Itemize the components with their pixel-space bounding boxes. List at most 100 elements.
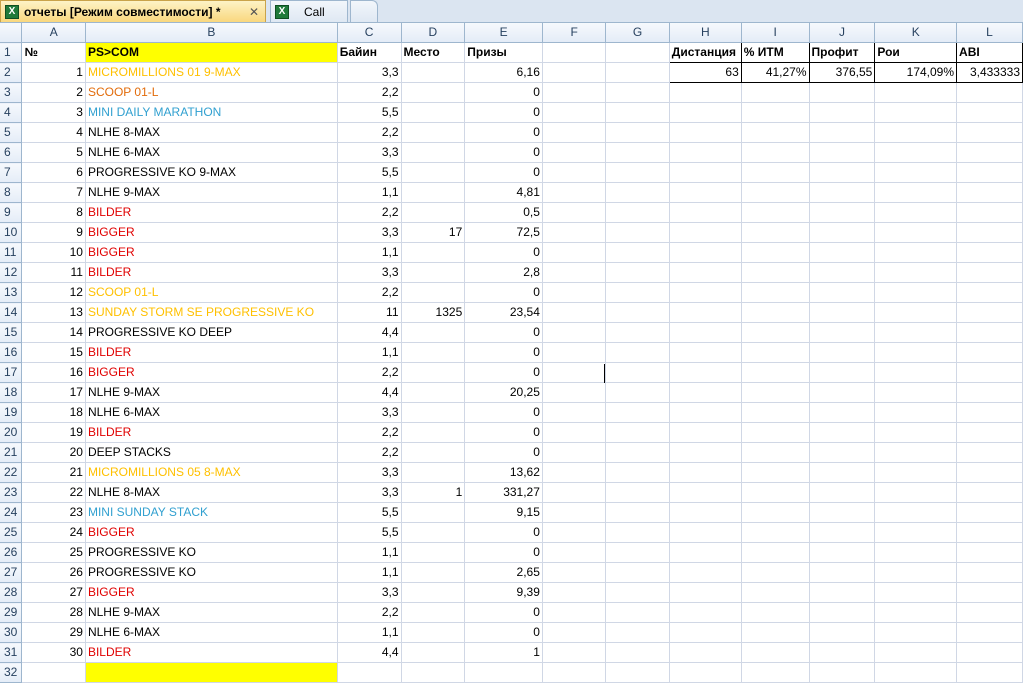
cell-h[interactable] [669,342,742,363]
cell-g[interactable] [605,562,670,583]
cell-l[interactable] [956,202,1023,223]
row-number-cell[interactable]: 3 [21,102,86,123]
buyin-cell[interactable]: 11 [337,302,402,323]
row-number-cell[interactable]: 7 [21,182,86,203]
tournament-name-cell[interactable]: SCOOP 01-L [85,282,338,303]
column-header-g[interactable]: G [605,23,670,43]
cell-i[interactable] [741,362,810,383]
prize-cell[interactable]: 0 [464,422,543,443]
cell-g[interactable] [605,162,670,183]
header-cell-g[interactable] [605,42,670,63]
cell-i[interactable] [741,262,810,283]
row-header-3[interactable]: 3 [0,82,23,103]
cell-l[interactable] [956,162,1023,183]
row-number-cell[interactable]: 23 [21,502,86,523]
tournament-name-cell[interactable]: PROGRESSIVE KO [85,562,338,583]
row-header-4[interactable]: 4 [0,102,23,123]
buyin-cell[interactable]: 4,4 [337,382,402,403]
prize-cell[interactable]: 0 [464,322,543,343]
cell-i[interactable] [741,182,810,203]
row-number-cell[interactable]: 20 [21,442,86,463]
cell-g[interactable] [605,122,670,143]
place-cell[interactable] [401,522,466,543]
cell-j[interactable] [809,262,876,283]
tournament-name-cell[interactable]: NLHE 6-MAX [85,402,338,423]
place-cell[interactable] [401,602,466,623]
place-cell[interactable] [401,162,466,183]
cell-g[interactable] [605,602,670,623]
cell-i[interactable] [741,642,810,663]
cell-k[interactable] [874,122,958,143]
cell-i[interactable] [741,122,810,143]
place-cell[interactable] [401,122,466,143]
cell-l[interactable] [956,622,1023,643]
cell-h[interactable] [669,362,742,383]
cell-l[interactable] [956,182,1023,203]
prize-cell[interactable]: 23,54 [464,302,543,323]
row-number-cell[interactable]: 12 [21,282,86,303]
stat-cell-h[interactable]: 63 [668,62,742,83]
buyin-cell[interactable]: 2,2 [337,442,402,463]
cell-j[interactable] [809,322,876,343]
cell-f[interactable] [542,242,607,263]
cell-h[interactable] [669,222,742,243]
cell-f[interactable] [542,602,607,623]
row-number-cell[interactable]: 21 [21,462,86,483]
cell-k[interactable] [874,102,958,123]
buyin-cell[interactable]: 3,3 [337,142,402,163]
cell-h[interactable] [669,302,742,323]
buyin-cell[interactable]: 3,3 [337,222,402,243]
place-cell[interactable] [401,82,466,103]
row-number-cell[interactable]: 13 [21,302,86,323]
prize-cell[interactable]: 9,39 [464,582,543,603]
row-header-29[interactable]: 29 [0,602,23,623]
row-number-cell[interactable]: 19 [21,422,86,443]
cell-k[interactable] [874,602,958,623]
row-number-cell[interactable]: 6 [21,162,86,183]
column-header-d[interactable]: D [401,23,466,43]
column-header-e[interactable]: E [464,23,543,43]
header-cell-i[interactable]: % ИТМ [740,42,810,63]
cell-g[interactable] [605,82,670,103]
place-cell[interactable] [401,402,466,423]
cell-j[interactable] [809,622,876,643]
tournament-name-cell[interactable]: NLHE 9-MAX [85,182,338,203]
tournament-name-cell[interactable]: BIGGER [85,362,338,383]
place-cell[interactable] [401,462,466,483]
cell-k[interactable] [874,482,958,503]
cell-g[interactable] [605,222,670,243]
buyin-cell[interactable]: 1,1 [337,342,402,363]
cell-h[interactable] [669,182,742,203]
row-header-15[interactable]: 15 [0,322,23,343]
cell-g[interactable] [605,302,670,323]
cell-i[interactable] [741,102,810,123]
tournament-name-cell[interactable]: DEEP STACKS [85,442,338,463]
cell-i[interactable] [741,542,810,563]
header-cell-a[interactable]: № [21,42,86,63]
cell-j[interactable] [809,142,876,163]
buyin-cell[interactable]: 2,2 [337,82,402,103]
cell-l[interactable] [956,142,1023,163]
cell-l[interactable] [956,602,1023,623]
cell-k[interactable] [874,242,958,263]
cell-j[interactable] [809,442,876,463]
cell-g[interactable] [605,462,670,483]
cell-j[interactable] [809,342,876,363]
cell-k[interactable] [874,522,958,543]
cell-k[interactable] [874,562,958,583]
cell-k[interactable] [874,462,958,483]
place-cell[interactable] [401,622,466,643]
cell-k[interactable] [874,422,958,443]
column-header-i[interactable]: I [741,23,810,43]
place-cell[interactable] [401,102,466,123]
cell-h[interactable] [669,262,742,283]
tournament-name-cell[interactable]: SUNDAY STORM SE PROGRESSIVE KO [85,302,338,323]
buyin-cell[interactable]: 1,1 [337,542,402,563]
tournament-name-cell[interactable]: BILDER [85,202,338,223]
header-cell-k[interactable]: Рои [874,42,958,63]
cell-l[interactable] [956,482,1023,503]
row-header-14[interactable]: 14 [0,302,23,323]
cell-l[interactable] [956,322,1023,343]
cell-j[interactable] [809,122,876,143]
cell-f[interactable] [542,102,607,123]
